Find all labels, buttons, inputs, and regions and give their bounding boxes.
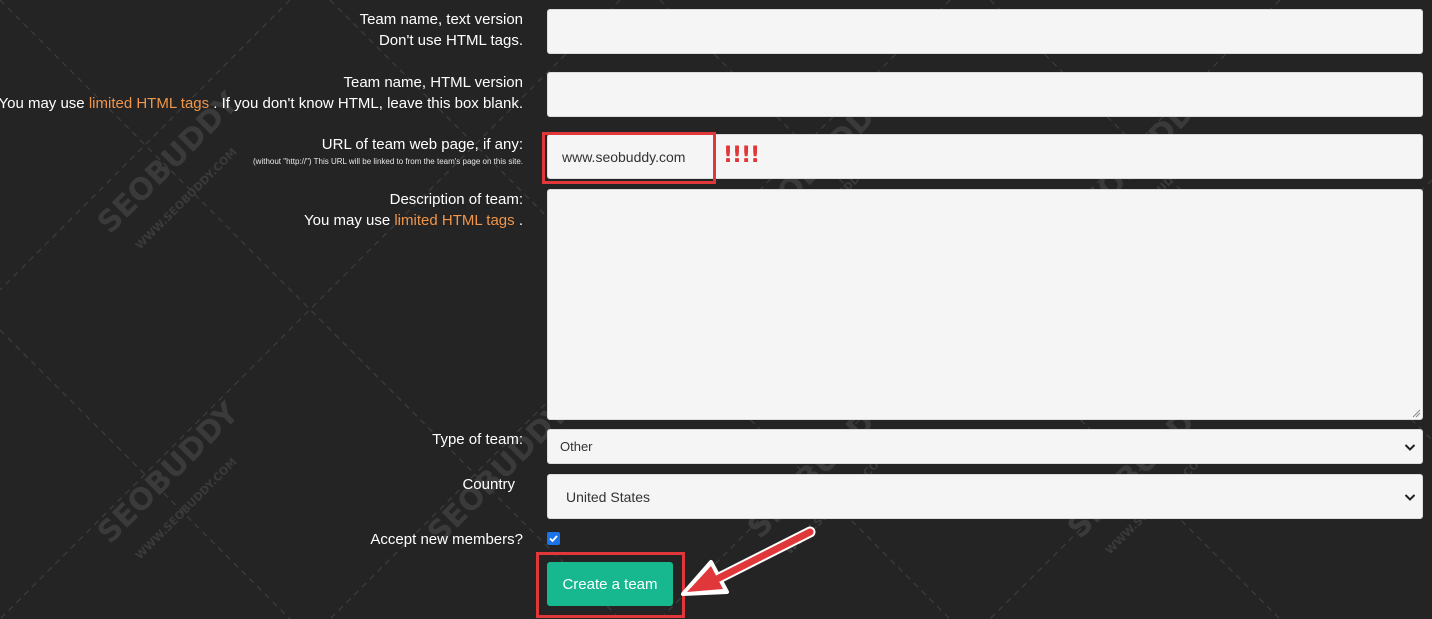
chevron-down-icon [1404,443,1416,451]
chevron-down-icon [1404,493,1416,501]
team-type-selected: Other [560,439,593,454]
button-highlight-box [536,552,685,618]
url-label-group: URL of team web page, if any: (without "… [253,134,523,169]
team-type-select[interactable]: Other [547,429,1423,464]
warning-marker: !!!! [723,143,760,168]
country-select[interactable]: United States [547,474,1423,519]
description-hint: You may use limited HTML tags . [304,212,523,229]
url-label: URL of team web page, if any: [321,136,523,153]
url-hint: (without "http://") This URL will be lin… [253,157,523,166]
team-name-text-label-group: Team name, text version Don't use HTML t… [360,9,523,51]
team-type-label: Type of team: [432,431,523,448]
watermark-url: WWW.SEOBUDDY.COM [133,145,240,252]
team-name-html-hint: You may use limited HTML tags . If you d… [0,95,523,112]
watermark-url: WWW.SEOBUDDY.COM [133,455,240,562]
description-label: Description of team: [389,191,523,208]
accept-members-label: Accept new members? [370,531,523,548]
limited-html-tags-link[interactable]: limited HTML tags [394,212,514,229]
watermark-brand: SEOBUDDY [91,395,247,551]
description-label-group: Description of team: You may use limited… [304,189,523,231]
limited-html-tags-link[interactable]: limited HTML tags [89,95,209,112]
arrow-annotation-icon [681,526,816,596]
team-name-html-input[interactable] [547,72,1423,117]
country-selected: United States [566,488,651,505]
team-name-html-label-group: Team name, HTML version You may use limi… [0,72,523,114]
country-label: Country [462,476,515,493]
team-name-text-input[interactable] [547,9,1423,54]
team-name-text-label: Team name, text version [359,11,523,28]
team-name-html-label: Team name, HTML version [343,74,523,91]
url-highlight-box [542,132,716,184]
team-name-text-hint: Don't use HTML tags. [378,32,523,49]
resize-handle-icon[interactable] [1411,408,1421,418]
checkmark-icon [549,535,558,543]
description-textarea[interactable] [547,189,1423,420]
accept-members-checkbox[interactable] [547,532,560,545]
